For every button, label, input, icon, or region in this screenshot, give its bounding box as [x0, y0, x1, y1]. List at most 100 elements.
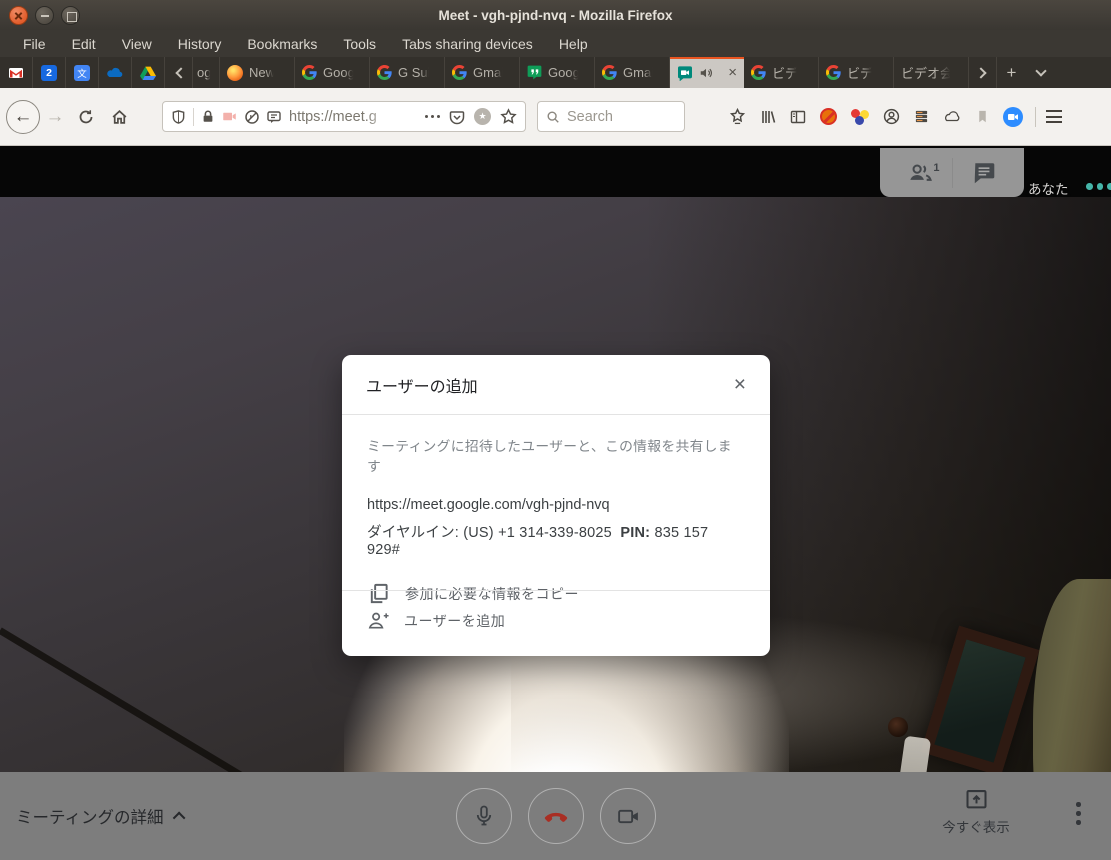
- pocket-icon[interactable]: [449, 109, 465, 125]
- copy-joining-info-label: 参加に必要な情報をコピー: [405, 584, 579, 604]
- present-now-button[interactable]: 今すぐ表示: [938, 786, 1014, 836]
- reload-button[interactable]: [70, 109, 102, 125]
- translate-icon: 文: [74, 65, 90, 81]
- copy-joining-info-button[interactable]: 参加に必要な情報をコピー: [367, 582, 745, 605]
- cloud-icon[interactable]: [943, 110, 962, 123]
- tab-hangouts[interactable]: Goog: [520, 57, 595, 88]
- dialin-info: ダイヤルイン: (US) +1 314-339-8025 PIN: 835 15…: [367, 521, 745, 558]
- gmail-icon: [8, 65, 24, 81]
- notification-bubble-icon[interactable]: [266, 109, 282, 125]
- window-maximize-button[interactable]: [61, 6, 80, 25]
- divider: [342, 590, 770, 591]
- lock-icon[interactable]: [201, 109, 215, 124]
- page-actions-icon[interactable]: [425, 115, 441, 119]
- you-label: あなた: [1028, 178, 1069, 198]
- back-button[interactable]: ←: [6, 100, 40, 134]
- divider: [193, 108, 194, 126]
- tab-gmail-2[interactable]: Gmai: [595, 57, 670, 88]
- tab-label: ビデ: [847, 63, 873, 82]
- meeting-details-label: ミーティングの詳細: [16, 804, 164, 828]
- pinned-tab-translate[interactable]: 文: [66, 57, 99, 88]
- chat-button[interactable]: [953, 160, 1015, 186]
- url-bar[interactable]: https://meet.g ★: [162, 101, 526, 132]
- forward-button[interactable]: →: [40, 106, 70, 128]
- tab-audio-playing-icon[interactable]: [699, 66, 713, 80]
- pinned-tab-drive[interactable]: [132, 57, 165, 88]
- camera-in-use-icon[interactable]: [221, 109, 238, 124]
- tab-new[interactable]: New: [220, 57, 295, 88]
- account-icon[interactable]: [883, 108, 900, 125]
- pin-label: PIN:: [620, 525, 650, 541]
- window-close-button[interactable]: [9, 6, 28, 25]
- tab-gmail-1[interactable]: Gmai: [445, 57, 520, 88]
- leave-call-button[interactable]: [528, 788, 584, 844]
- pinned-tab-gmail[interactable]: [0, 57, 33, 88]
- server-extension-icon[interactable]: [914, 109, 929, 124]
- menu-history[interactable]: History: [165, 30, 235, 57]
- tab-video-2[interactable]: ビデ: [819, 57, 894, 88]
- onedrive-cloud-icon: [106, 66, 124, 79]
- tab-gsuite[interactable]: G Sui: [370, 57, 445, 88]
- meet-top-right-panel: 1: [880, 148, 1024, 197]
- menu-hamburger-icon[interactable]: [1046, 110, 1062, 123]
- dialin-number: (US) +1 314-339-8025: [463, 525, 612, 541]
- google-g-icon: [377, 65, 392, 80]
- menu-tabs-sharing-devices[interactable]: Tabs sharing devices: [389, 30, 546, 57]
- present-now-label: 今すぐ表示: [942, 816, 1010, 836]
- tab-video-1[interactable]: ビデ: [744, 57, 819, 88]
- turn-off-camera-button[interactable]: [600, 788, 656, 844]
- window-minimize-button[interactable]: [35, 6, 54, 25]
- chevron-up-icon: [172, 811, 185, 824]
- chat-icon: [971, 160, 997, 186]
- pin-extension-icon[interactable]: [976, 109, 989, 124]
- home-icon: [111, 108, 128, 125]
- menu-file[interactable]: File: [10, 30, 59, 57]
- present-screen-icon: [963, 786, 990, 813]
- tab-video-3[interactable]: ビデオ会: [894, 57, 969, 88]
- meeting-details-button[interactable]: ミーティングの詳細: [16, 772, 185, 860]
- library-icon[interactable]: [760, 109, 776, 125]
- colored-balls-extension-icon[interactable]: [851, 109, 869, 125]
- new-tab-button[interactable]: +: [997, 57, 1026, 88]
- highlights-circle-star-icon[interactable]: ★: [474, 108, 491, 125]
- add-users-button[interactable]: ユーザーを追加: [367, 609, 505, 632]
- mute-microphone-button[interactable]: [456, 788, 512, 844]
- tab-label: Gmai: [473, 65, 504, 80]
- dialog-description: ミーティングに招待したユーザーと、この情報を共有します: [367, 435, 745, 475]
- meeting-url: https://meet.google.com/vgh-pjnd-nvq: [367, 497, 745, 513]
- menu-edit[interactable]: Edit: [59, 30, 109, 57]
- participant-count-badge: 1: [933, 162, 939, 174]
- pinned-tab-calendar[interactable]: 2: [33, 57, 66, 88]
- blocker-extension-icon[interactable]: [820, 108, 837, 125]
- dialog-title: ユーザーの追加: [366, 373, 478, 397]
- tab-meet-active[interactable]: ×: [670, 57, 744, 88]
- dialog-header: ユーザーの追加 ×: [342, 355, 770, 415]
- menu-view[interactable]: View: [109, 30, 165, 57]
- hangouts-icon: [527, 65, 542, 80]
- menu-bookmarks[interactable]: Bookmarks: [234, 30, 330, 57]
- search-input[interactable]: [567, 109, 667, 125]
- participants-button[interactable]: 1: [890, 159, 952, 186]
- tab-scroll-left-button[interactable]: [165, 57, 193, 88]
- pinned-tab-onedrive[interactable]: [99, 57, 132, 88]
- zoom-extension-icon[interactable]: [1003, 107, 1023, 127]
- tracking-protection-shield-icon[interactable]: [171, 109, 186, 125]
- bookmark-star-icon[interactable]: [500, 108, 517, 125]
- url-text[interactable]: https://meet.g: [289, 109, 397, 125]
- tab-partial[interactable]: og: [193, 57, 220, 88]
- dialog-close-icon[interactable]: ×: [734, 374, 746, 395]
- toolbar-icons: [729, 107, 1023, 127]
- search-bar[interactable]: [537, 101, 685, 132]
- menu-help[interactable]: Help: [546, 30, 601, 57]
- tab-scroll-right-button[interactable]: [969, 57, 997, 88]
- save-to-bookmarks-star-icon[interactable]: [729, 108, 746, 125]
- tab-close-icon[interactable]: ×: [728, 65, 737, 80]
- menu-tools[interactable]: Tools: [330, 30, 389, 57]
- autoplay-blocked-icon[interactable]: [244, 109, 260, 125]
- more-options-button[interactable]: [1076, 802, 1081, 825]
- home-button[interactable]: [102, 108, 136, 125]
- sidebar-icon[interactable]: [790, 109, 806, 125]
- tab-label: Gmai: [623, 65, 654, 80]
- all-tabs-dropdown-button[interactable]: [1026, 57, 1055, 88]
- tab-google-1[interactable]: Goog: [295, 57, 370, 88]
